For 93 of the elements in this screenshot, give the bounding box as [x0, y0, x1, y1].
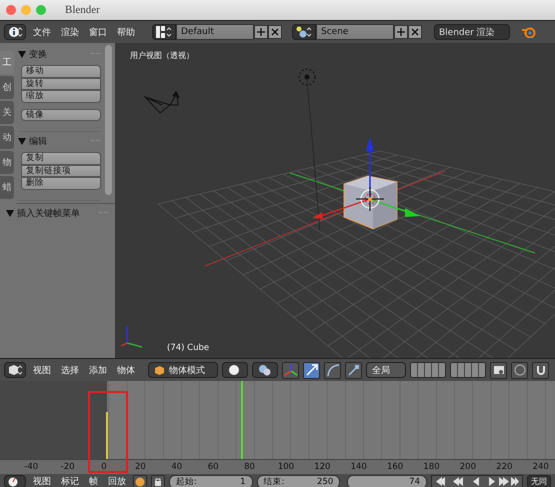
current-frame-field[interactable]: 74 — [347, 474, 427, 487]
add-icon[interactable] — [254, 25, 268, 39]
tool-button[interactable]: 删除 — [21, 177, 101, 190]
frame-number: 100 — [276, 462, 296, 472]
panel-title[interactable]: 插入关键帧菜单 — [17, 206, 80, 220]
editor-type-button[interactable] — [4, 24, 26, 40]
menu-item[interactable]: 标记 — [58, 475, 82, 487]
shelf-tab[interactable]: 关 — [0, 101, 14, 124]
lock-icon[interactable] — [150, 474, 165, 487]
layout-selector[interactable]: Default — [152, 24, 282, 40]
drag-handle-icon[interactable] — [91, 140, 101, 142]
manipulator-icon[interactable] — [282, 362, 299, 378]
close-icon[interactable] — [408, 25, 422, 39]
menu-item[interactable]: 视图 — [30, 364, 54, 376]
tool-button[interactable]: 旋转 — [21, 78, 101, 90]
pivot-dropdown[interactable] — [252, 362, 278, 378]
tool-button[interactable]: 缩放 — [21, 90, 101, 102]
view-label: 用户视图（透视） — [130, 50, 194, 61]
menu-item[interactable]: 视图 — [30, 475, 54, 487]
expand-triangle-icon[interactable] — [18, 50, 26, 58]
editor-type-button[interactable] — [4, 475, 26, 487]
scene-selector[interactable]: Scene — [292, 24, 422, 40]
add-icon[interactable] — [394, 25, 408, 39]
keying-icon[interactable] — [132, 474, 147, 487]
blender-logo-icon — [522, 26, 536, 38]
keyframe-marker — [106, 412, 108, 459]
lock-icon[interactable] — [490, 362, 507, 378]
expand-triangle-icon[interactable] — [6, 210, 14, 216]
window-title: Blender — [65, 4, 100, 16]
menu-item[interactable]: 帧 — [86, 475, 101, 487]
frame-number: 60 — [206, 462, 220, 472]
tool-button[interactable]: 复制 — [21, 152, 101, 164]
shelf-tab[interactable]: 动 — [0, 126, 14, 149]
scene-icon — [292, 24, 316, 40]
menu-item[interactable]: 选择 — [58, 364, 82, 376]
frame-number: 20 — [134, 462, 147, 472]
cube-icon — [154, 364, 165, 376]
frame-number: 200 — [458, 462, 477, 472]
menu-item[interactable]: 物体 — [114, 364, 138, 376]
layout-name-field[interactable]: Default — [176, 24, 254, 40]
playback-controls-drawing[interactable] — [430, 474, 523, 487]
frame-number: 0 — [100, 462, 108, 472]
frame-number: 220 — [495, 462, 514, 472]
frame-number: 160 — [386, 462, 404, 472]
editor-type-button[interactable] — [4, 362, 26, 378]
scale-icon[interactable] — [345, 362, 362, 378]
scrollbar[interactable] — [105, 45, 112, 195]
layer-grid[interactable] — [410, 362, 446, 378]
layer-grid[interactable] — [450, 362, 486, 378]
frame-number: 120 — [313, 462, 332, 472]
mode-dropdown[interactable]: 物体模式 — [148, 362, 218, 378]
menu-item[interactable]: 添加 — [86, 364, 110, 376]
menu-item[interactable]: 帮助 — [114, 26, 138, 38]
frame-number: 240 — [532, 462, 550, 472]
menu-item[interactable]: 窗口 — [86, 26, 110, 38]
menu-item[interactable]: 渲染 — [58, 26, 82, 38]
shelf-tab[interactable]: 物 — [0, 151, 14, 174]
object-label: (74) Cube — [167, 343, 210, 353]
3d-viewport[interactable]: 用户视图（透视） (74) Cube — [115, 43, 555, 358]
tool-button[interactable]: 镜像 — [21, 108, 101, 121]
menu-item[interactable]: 回放 — [104, 475, 129, 487]
tool-button[interactable]: 复制链接项 — [21, 164, 101, 177]
frame-number: -20 — [60, 462, 76, 472]
frame-number: 140 — [350, 462, 368, 472]
magnet-icon[interactable] — [532, 362, 549, 378]
expand-triangle-icon[interactable] — [18, 138, 26, 144]
start-frame-field[interactable]: 起始: 1 — [168, 474, 253, 487]
sphere-icon — [228, 364, 240, 376]
orientation-dropdown[interactable]: 全局 — [366, 362, 406, 378]
tool-button[interactable]: 移动 — [21, 65, 101, 78]
close-icon[interactable] — [268, 25, 282, 39]
panel-title[interactable]: 变换 — [29, 48, 47, 60]
shading-dropdown[interactable] — [222, 362, 248, 378]
drag-handle-icon[interactable] — [91, 52, 101, 56]
proportional-icon[interactable] — [511, 362, 528, 378]
shelf-tab[interactable]: 蜡 — [0, 176, 14, 199]
sync-dropdown[interactable]: 无同 — [526, 475, 551, 487]
shelf-tab[interactable]: 工 — [0, 51, 14, 74]
frame-number: 180 — [422, 462, 441, 472]
frame-number: 80 — [243, 462, 256, 472]
rotate-icon[interactable] — [324, 362, 341, 378]
scene-name-field[interactable]: Scene — [316, 24, 394, 40]
end-frame-field[interactable]: 结束: 250 — [256, 474, 340, 487]
translate-icon[interactable] — [303, 362, 320, 378]
layout-icon — [152, 24, 176, 40]
render-engine-dropdown[interactable]: Blender 渲染 — [434, 24, 510, 40]
menu-item[interactable]: 文件 — [30, 26, 54, 38]
shelf-tab[interactable]: 创 — [0, 76, 14, 99]
frame-number: 40 — [170, 462, 184, 472]
pivot-icon — [258, 364, 272, 376]
drag-handle-icon[interactable] — [99, 212, 109, 214]
frame-number: -40 — [23, 462, 40, 472]
panel-title[interactable]: 编辑 — [29, 134, 47, 148]
